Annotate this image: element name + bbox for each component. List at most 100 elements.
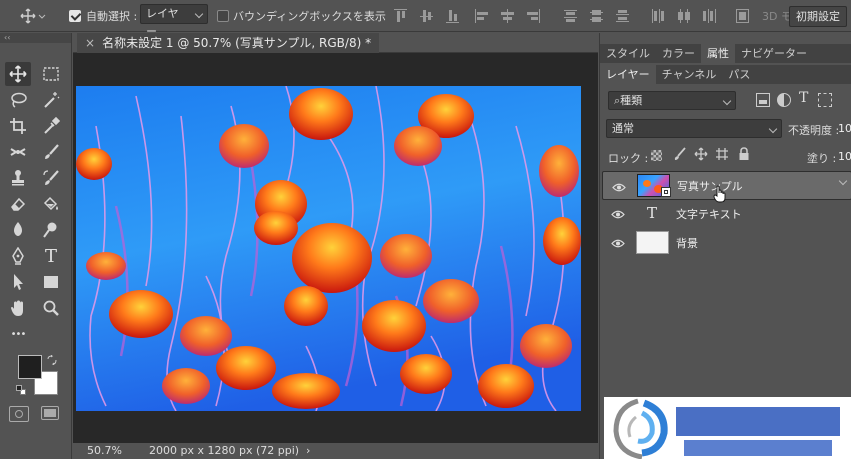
quick-mask-icon[interactable] — [9, 406, 29, 422]
zoom-level[interactable]: 50.7% — [87, 443, 122, 459]
healing-brush-icon[interactable] — [5, 140, 31, 164]
canvas-photo[interactable] — [76, 86, 581, 411]
move-icon[interactable] — [5, 62, 31, 86]
pen-icon[interactable] — [5, 244, 31, 268]
document-tab-bar: × 名称未設定 1 @ 50.7% (写真サンプル, RGB/8) * — [73, 33, 598, 53]
reset-workspace-button[interactable]: 初期設定 — [789, 6, 847, 27]
history-brush-icon[interactable] — [38, 166, 64, 190]
distribute-vcenter-icon[interactable] — [590, 9, 603, 23]
layer-name[interactable]: 背景 — [676, 229, 698, 258]
lock-brush-icon[interactable] — [673, 147, 687, 161]
document-info: 2000 px x 1280 px (72 ppi) — [149, 444, 300, 457]
eyedropper-icon[interactable] — [38, 114, 64, 138]
distribute-right-icon[interactable] — [703, 9, 716, 23]
document-title: 名称未設定 1 @ 50.7% (写真サンプル, RGB/8) * — [102, 36, 372, 50]
lock-artboard-icon[interactable] — [715, 147, 729, 161]
tab-navigator[interactable]: ナビゲーター — [735, 44, 813, 63]
filter-type-icon[interactable]: T — [799, 90, 808, 106]
filter-pixel-icon[interactable] — [756, 93, 770, 107]
tab-properties[interactable]: 属性 — [701, 44, 735, 63]
blend-mode-dropdown[interactable]: 通常 — [606, 119, 782, 138]
align-right-icon[interactable] — [527, 9, 540, 23]
tools-panel: ‹‹ T ••• — [0, 33, 72, 459]
layer-row[interactable]: T 文字テキスト — [602, 200, 851, 229]
dodge-icon[interactable] — [38, 218, 64, 242]
marquee-icon[interactable] — [38, 62, 64, 86]
opacity-label: 不透明度 : — [788, 124, 840, 137]
layer-panel-tabs: レイヤー チャンネル パス — [600, 65, 851, 84]
eraser-icon[interactable] — [5, 192, 31, 216]
tab-color[interactable]: カラー — [656, 44, 701, 63]
paint-bucket-icon[interactable] — [38, 192, 64, 216]
magic-wand-icon[interactable] — [38, 88, 64, 112]
blur-icon[interactable] — [5, 218, 31, 242]
layer-row[interactable]: 写真サンプル — [602, 171, 851, 203]
brand-tagline-bar — [684, 440, 832, 456]
tab-channels[interactable]: チャンネル — [656, 65, 723, 84]
align-bottom-icon[interactable] — [446, 9, 459, 23]
tools-collapse-button[interactable]: ‹‹ — [0, 33, 71, 43]
opacity-value[interactable]: 10 — [838, 122, 851, 135]
brand-logo-area — [604, 397, 851, 459]
move-tool-preset-icon[interactable] — [20, 8, 46, 24]
filter-adjustment-icon[interactable] — [777, 93, 791, 107]
path-select-icon[interactable] — [5, 270, 31, 294]
zoom-icon[interactable] — [38, 296, 64, 320]
eye-icon[interactable] — [612, 181, 626, 192]
filter-shape-icon[interactable] — [818, 93, 832, 107]
distribute-top-icon[interactable] — [564, 9, 577, 23]
auto-align-icon[interactable] — [736, 9, 749, 23]
auto-select-dropdown[interactable]: レイヤー — [140, 4, 208, 38]
tab-layers[interactable]: レイヤー — [600, 65, 656, 84]
layer-thumbnail — [636, 231, 669, 254]
auto-select-checkbox[interactable] — [69, 8, 81, 24]
stamp-icon[interactable] — [5, 166, 31, 190]
layer-row[interactable]: 背景 — [602, 229, 851, 258]
status-menu-arrow[interactable]: › — [306, 443, 310, 459]
lasso-icon[interactable] — [5, 88, 31, 112]
options-bar: 自動選択 : レイヤー バウンディングボックスを表示 3D モー 初期設定 — [0, 0, 851, 38]
more-icon[interactable]: ••• — [5, 322, 31, 346]
crop-icon[interactable] — [5, 114, 31, 138]
tab-paths[interactable]: パス — [722, 65, 756, 84]
layer-filter-dropdown[interactable]: ⌕種類 — [608, 91, 736, 110]
document-window: × 名称未設定 1 @ 50.7% (写真サンプル, RGB/8) * 50.7… — [73, 33, 598, 459]
distribute-bottom-icon[interactable] — [616, 9, 629, 23]
bounding-box-checkbox[interactable] — [217, 8, 229, 24]
eye-icon[interactable] — [611, 209, 625, 220]
top-panel-tabs: スタイル カラー 属性 ナビゲーター — [600, 44, 851, 63]
layer-name[interactable]: 文字テキスト — [676, 200, 742, 229]
lock-transparency-icon[interactable] — [651, 150, 662, 161]
fill-value[interactable]: 10 — [838, 150, 851, 163]
align-hcenter-icon[interactable] — [501, 9, 514, 23]
distribute-left-icon[interactable] — [651, 9, 664, 23]
brand-name-bar — [676, 407, 840, 436]
default-colors-icon[interactable] — [16, 385, 26, 395]
fill-label: 塗り : — [807, 152, 837, 165]
close-tab-icon[interactable]: × — [85, 36, 95, 50]
tab-styles[interactable]: スタイル — [600, 44, 656, 63]
brand-swirl-logo — [613, 398, 668, 459]
brush-icon[interactable] — [38, 140, 64, 164]
layer-name[interactable]: 写真サンプル — [677, 172, 743, 201]
smart-object-icon — [661, 187, 671, 197]
swap-colors-icon[interactable] — [47, 354, 57, 366]
right-panels: スタイル カラー 属性 ナビゲーター レイヤー チャンネル パス ⌕種類 T 通… — [599, 33, 851, 459]
hand-icon[interactable] — [5, 296, 31, 320]
align-left-icon[interactable] — [475, 9, 488, 23]
document-tab[interactable]: × 名称未設定 1 @ 50.7% (写真サンプル, RGB/8) * — [77, 33, 380, 53]
text-layer-icon: T — [647, 204, 658, 222]
eye-icon[interactable] — [611, 238, 625, 249]
lock-label: ロック : — [608, 152, 649, 165]
lock-all-icon[interactable] — [738, 147, 750, 161]
screen-mode-icon[interactable] — [41, 406, 61, 422]
rectangle-icon[interactable] — [38, 270, 64, 294]
auto-select-label: 自動選択 : — [86, 10, 138, 23]
type-icon[interactable]: T — [38, 244, 64, 268]
align-top-icon[interactable] — [394, 9, 407, 23]
foreground-color-swatch[interactable] — [18, 355, 42, 379]
lock-move-icon[interactable] — [694, 147, 708, 161]
status-bar: 50.7% 2000 px x 1280 px (72 ppi) › — [73, 443, 598, 459]
distribute-hcenter-icon[interactable] — [677, 9, 690, 23]
align-vcenter-icon[interactable] — [420, 9, 433, 23]
